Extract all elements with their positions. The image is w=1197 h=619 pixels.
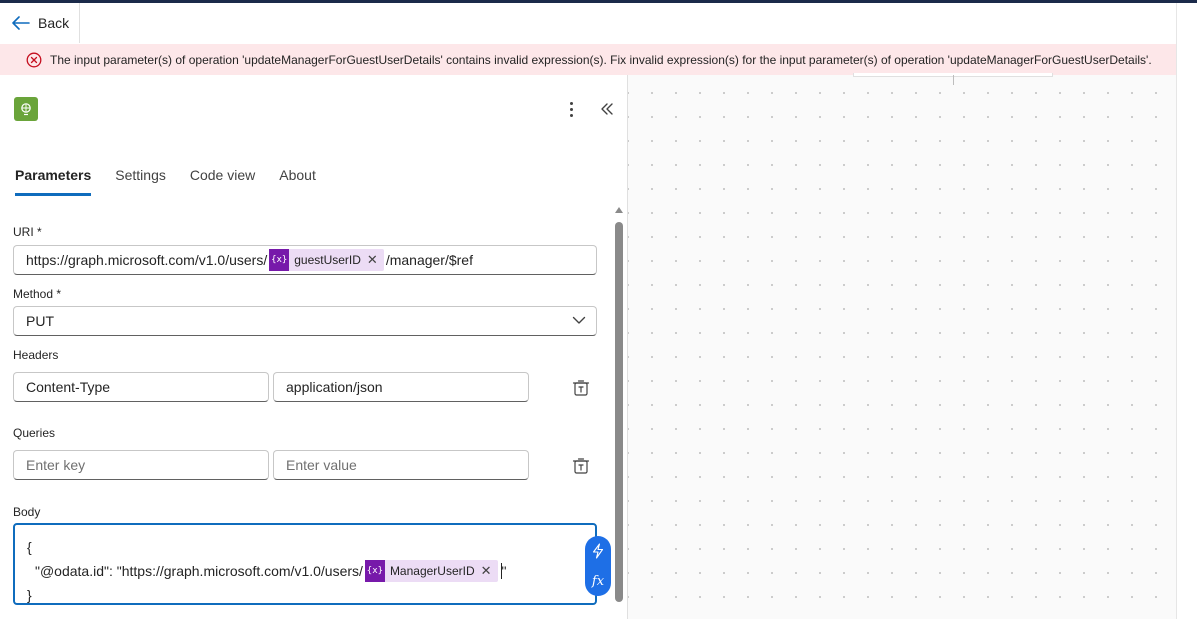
method-dropdown[interactable]: PUT	[13, 306, 597, 336]
variable-icon: {x}	[364, 560, 385, 582]
action-details-panel: Parameters Settings Code view About URI …	[0, 75, 628, 619]
scroll-thumb[interactable]	[615, 222, 623, 602]
queries-label: Queries	[13, 426, 56, 440]
delete-icon[interactable]	[572, 457, 590, 475]
header-key-value: Content-Type	[26, 379, 111, 395]
back-label: Back	[38, 15, 70, 31]
token-label: guestUserID	[294, 253, 361, 267]
query-key-input[interactable]: Enter key	[13, 450, 269, 480]
body-token-manager-user-id[interactable]: {x} ManagerUserID ✕	[364, 559, 498, 583]
header-value-input[interactable]: application/json	[273, 372, 529, 402]
uri-token-guest-user-id[interactable]: {x} guestUserID ✕	[269, 249, 384, 271]
scroll-up-arrow-icon[interactable]	[615, 207, 623, 213]
body-line-3: }	[27, 587, 32, 603]
canvas-connector	[953, 75, 954, 85]
close-icon[interactable]: ✕	[367, 252, 384, 268]
tab-about[interactable]: About	[279, 167, 316, 196]
chevron-down-icon	[572, 316, 586, 324]
tab-settings[interactable]: Settings	[115, 167, 166, 196]
header-value-value: application/json	[286, 379, 383, 395]
uri-input[interactable]: https://graph.microsoft.com/v1.0/users/ …	[13, 245, 597, 275]
arrow-left-icon	[12, 16, 30, 30]
body-odata-suffix: "	[501, 563, 507, 579]
token-label: ManagerUserID	[389, 564, 475, 578]
tab-parameters[interactable]: Parameters	[15, 167, 92, 196]
body-label: Body	[13, 505, 41, 519]
method-value: PUT	[26, 313, 54, 329]
method-label: Method *	[13, 287, 62, 301]
more-options-button[interactable]	[562, 99, 580, 119]
close-icon[interactable]: ✕	[481, 559, 498, 583]
error-circle-icon	[26, 52, 42, 67]
double-chevron-left-icon	[601, 103, 613, 115]
uri-label: URI *	[13, 225, 42, 239]
header-bar: Back	[0, 3, 1197, 44]
query-value-input[interactable]: Enter value	[273, 450, 529, 480]
body-line-1: {	[27, 539, 32, 555]
operation-icon	[14, 97, 38, 121]
globe-icon	[21, 103, 31, 116]
uri-prefix: https://graph.microsoft.com/v1.0/users/	[26, 252, 268, 268]
uri-suffix: /manager/$ref	[385, 252, 473, 268]
right-edge-panel	[1176, 3, 1197, 619]
error-message-bar: The input parameter(s) of operation 'upd…	[0, 44, 1176, 75]
collapse-panel-button[interactable]	[598, 99, 616, 119]
error-message-text: The input parameter(s) of operation 'upd…	[50, 52, 1152, 67]
expression-editor-button[interactable]: fx	[592, 574, 604, 589]
body-line-2: "@odata.id": "https://graph.microsoft.co…	[27, 559, 583, 583]
variable-icon: {x}	[269, 249, 290, 271]
body-odata-prefix: "@odata.id": "https://graph.microsoft.co…	[35, 563, 363, 579]
delete-icon[interactable]	[572, 379, 590, 397]
panel-scrollbar[interactable]	[614, 205, 624, 605]
back-button[interactable]: Back	[0, 3, 80, 43]
designer-canvas[interactable]	[628, 73, 1176, 619]
query-value-placeholder: Enter value	[286, 457, 357, 473]
headers-label: Headers	[13, 348, 59, 362]
body-editor[interactable]: { "@odata.id": "https://graph.microsoft.…	[13, 523, 597, 605]
lightning-icon[interactable]	[591, 543, 605, 559]
tab-code-view[interactable]: Code view	[190, 167, 255, 196]
query-key-placeholder: Enter key	[26, 457, 86, 473]
token-picker-pill: fx	[585, 536, 611, 596]
header-key-input[interactable]: Content-Type	[13, 372, 269, 402]
panel-tabs: Parameters Settings Code view About	[15, 167, 340, 196]
more-vertical-icon	[569, 101, 573, 105]
